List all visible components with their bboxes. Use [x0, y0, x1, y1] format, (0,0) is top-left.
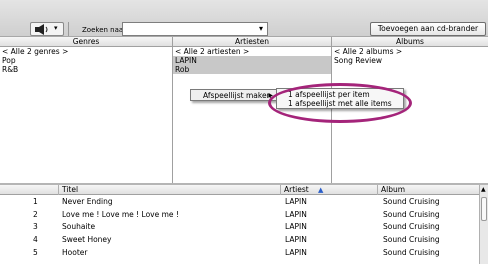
track-number: 3	[33, 222, 38, 231]
track-number: 1	[33, 197, 38, 206]
track-artist: LAPIN	[285, 210, 307, 219]
table-row[interactable]: 5 Hooter LAPIN Sound Cruising	[0, 248, 479, 257]
track-artist: LAPIN	[285, 197, 307, 206]
artists-list[interactable]: < Alle 2 artiesten > LAPIN Rob	[173, 47, 332, 183]
playlist-submenu: 1 afspeellijst per item 1 afspeellijst m…	[276, 88, 404, 109]
column-header-title[interactable]: Titel	[59, 185, 281, 195]
track-album: Sound Cruising	[383, 235, 440, 244]
table-row[interactable]: 4 Sweet Honey LAPIN Sound Cruising	[0, 235, 479, 244]
track-table-scrollbar[interactable]: ▲	[479, 185, 488, 264]
table-row[interactable]: 3 Souhaite LAPIN Sound Cruising	[0, 222, 479, 231]
list-item[interactable]: R&B	[0, 65, 172, 74]
list-item[interactable]: < Alle 2 genres >	[0, 47, 172, 56]
albums-header[interactable]: Albums	[332, 37, 488, 47]
track-artist: LAPIN	[285, 235, 307, 244]
list-item[interactable]: < Alle 2 artiesten >	[173, 47, 331, 56]
track-artist: LAPIN	[285, 248, 307, 257]
menu-item-playlist-all-items[interactable]: 1 afspeellijst met alle items	[288, 99, 392, 108]
scroll-thumb[interactable]	[481, 197, 487, 221]
context-menu: Afspeellijst maken ▶	[190, 89, 278, 101]
track-title: Souhaite	[62, 222, 96, 231]
speaker-menu-button[interactable]: ▾	[30, 22, 64, 36]
scroll-up-icon[interactable]: ▲	[481, 186, 486, 193]
column-header-artist[interactable]: Artiest ▲	[281, 185, 378, 195]
track-album: Sound Cruising	[383, 222, 440, 231]
menu-item-create-playlist[interactable]: Afspeellijst maken	[203, 91, 271, 101]
search-field[interactable]: ▾	[122, 22, 268, 36]
table-row[interactable]: 2 Love me ! Love me ! Love me ! LAPIN So…	[0, 210, 479, 219]
speaker-icon	[35, 24, 48, 35]
column-header-album[interactable]: Album	[378, 185, 479, 195]
list-item[interactable]: Rob	[173, 65, 331, 74]
artists-header[interactable]: Artiesten	[173, 37, 332, 47]
genres-list[interactable]: < Alle 2 genres > Pop R&B	[0, 47, 173, 183]
track-table-header: Titel Artiest ▲ Album	[0, 185, 479, 195]
track-number: 2	[33, 210, 38, 219]
column-header-number[interactable]	[0, 185, 59, 195]
list-item[interactable]: < Alle 2 albums >	[332, 47, 488, 56]
chevron-down-icon: ▾	[54, 24, 58, 32]
track-title: Never Ending	[62, 197, 113, 206]
toolbar: ▾ Zoeken naar: ▾ Toevoegen aan cd-brande…	[0, 0, 488, 37]
track-number: 5	[33, 248, 38, 257]
track-album: Sound Cruising	[383, 248, 440, 257]
table-row[interactable]: 1 Never Ending LAPIN Sound Cruising	[0, 197, 479, 206]
track-title: Sweet Honey	[62, 235, 112, 244]
albums-list[interactable]: < Alle 2 albums > Song Review	[332, 47, 488, 183]
track-title: Hooter	[62, 248, 88, 257]
toolbar-divider	[68, 22, 69, 36]
menu-item-playlist-per-item[interactable]: 1 afspeellijst per item	[288, 90, 370, 99]
list-item[interactable]: Song Review	[332, 56, 488, 65]
add-to-cd-burner-button[interactable]: Toevoegen aan cd-brander	[370, 22, 486, 36]
list-item[interactable]: Pop	[0, 56, 172, 65]
list-item[interactable]: LAPIN	[173, 56, 331, 65]
genres-header[interactable]: Genres	[0, 37, 173, 47]
track-number: 4	[33, 235, 38, 244]
track-artist: LAPIN	[285, 222, 307, 231]
chevron-down-icon[interactable]: ▾	[259, 24, 263, 33]
track-album: Sound Cruising	[383, 210, 440, 219]
track-album: Sound Cruising	[383, 197, 440, 206]
artist-header-label: Artiest	[284, 185, 309, 194]
sort-ascending-icon: ▲	[318, 186, 324, 194]
submenu-arrow-icon: ▶	[268, 92, 273, 99]
track-title: Love me ! Love me ! Love me !	[62, 210, 179, 219]
